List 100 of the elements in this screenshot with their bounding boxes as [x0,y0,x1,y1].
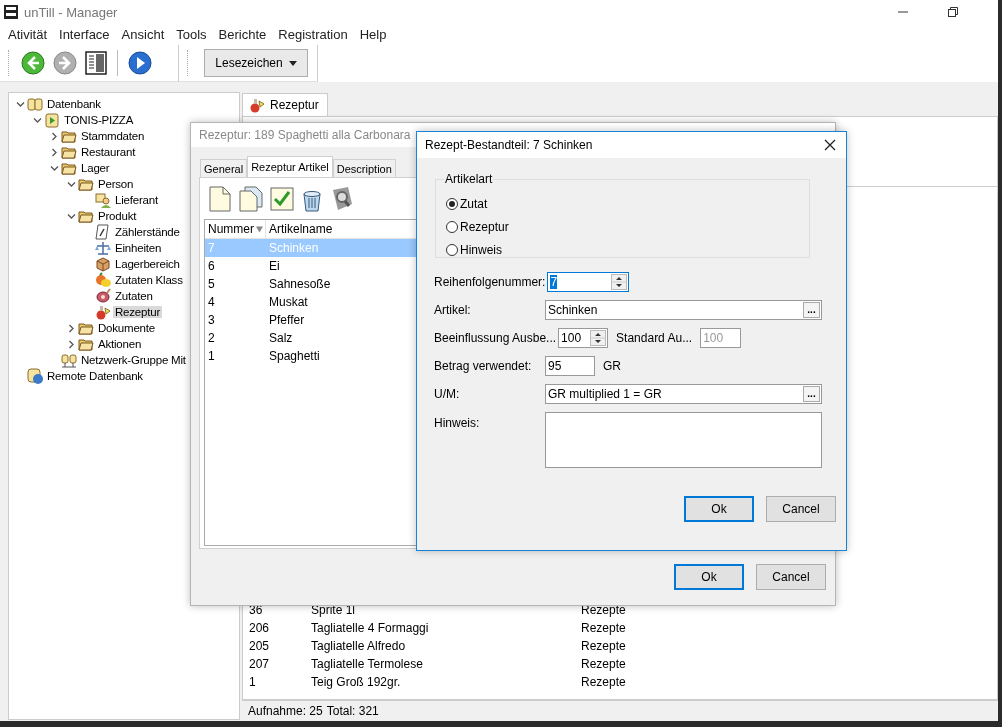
table-cell-text: Pfeffer [268,313,305,327]
chevron-icon[interactable] [66,323,76,333]
chevron-icon[interactable] [66,211,76,221]
dialog-button[interactable]: Ok [684,496,754,522]
number-spinner[interactable]: 100 [558,328,609,348]
table-cell-text: Rezepte [581,675,627,689]
tab[interactable]: Rezeptur [242,93,328,116]
field-label: Hinweis: [434,415,481,430]
play-icon[interactable] [128,51,152,75]
menu-item[interactable]: Tools [170,27,213,42]
input-field[interactable]: 95 [545,356,595,376]
dialog-button[interactable]: Cancel [766,496,836,522]
table-cell-text: 6 [207,259,215,273]
menu-item[interactable]: Ansicht [115,27,171,42]
lookup-field[interactable]: Schinken ... [545,300,822,320]
chevron-icon[interactable] [49,131,59,141]
tab[interactable]: General [200,159,248,177]
table-cell-text: 207 [249,657,271,671]
lookup-field[interactable]: GR multiplied 1 = GR ... [545,384,822,404]
database-icon [27,96,43,112]
tree-item[interactable]: Remote Datenbank [45,370,145,382]
window-title: unTill - Manager [24,4,118,20]
table-cell-text: Muskat [268,295,308,309]
number-spinner[interactable]: 7 [547,272,630,292]
tree-item[interactable]: Einheiten [113,242,164,254]
table-cell-text: Spaghetti [268,349,320,363]
tree-item[interactable]: TONIS-PIZZA [62,114,136,126]
close-icon[interactable] [824,139,836,151]
dialog-button[interactable]: Ok [674,564,744,590]
table-cell-text: Rezepte [581,621,627,635]
browse-button[interactable]: ... [803,302,820,318]
folder-icon [78,176,94,192]
tab[interactable]: Rezeptur Artikel [247,156,333,177]
tree-item[interactable]: Dokumente [96,322,157,334]
new-document-icon[interactable] [208,186,232,212]
network-icon [61,352,77,368]
tree-item[interactable]: Zutaten Klass [113,274,185,286]
forward-icon[interactable] [53,51,77,75]
menu-item[interactable]: Ativität [2,27,53,42]
table-cell-text: Ei [268,259,280,273]
search-icon[interactable] [330,186,354,212]
radio-label: Rezeptur [460,219,509,234]
chevron-icon[interactable] [49,163,59,173]
status-text: Total: 321 [326,704,379,718]
radio-button[interactable] [446,220,458,233]
tree-item[interactable]: Zählerstände [113,226,182,238]
app-logo-icon [4,5,18,19]
tree-item[interactable]: Lieferant [113,194,160,206]
tree-item[interactable]: Restaurant [79,146,138,158]
chevron-icon[interactable] [66,179,76,189]
chevron-icon[interactable] [49,147,59,157]
table-cell-text: 7 [207,241,215,255]
table-cell-text: Tagliatelle Alfredo [311,639,407,653]
tab[interactable]: Description [332,159,396,177]
tree-item[interactable]: Datenbank [45,98,103,110]
tree-item[interactable]: Stammdaten [79,130,147,142]
radio-button[interactable] [446,243,458,256]
dialog-button[interactable]: Cancel [756,564,826,590]
chevron-icon[interactable] [32,115,42,125]
menu-item[interactable]: Help [353,27,393,42]
tree-item[interactable]: Aktionen [96,338,144,350]
scale-icon [95,240,111,256]
notes-field[interactable] [545,412,822,468]
spin-arrows-icon[interactable] [611,274,628,290]
table-cell-text: 4 [207,295,215,309]
menu-item[interactable]: Registration [272,27,354,42]
bookmarks-button[interactable]: Lesezeichen [204,49,308,77]
folder-icon [61,160,77,176]
tree-item[interactable]: Zutaten [113,290,155,302]
table-cell-text: Rezepte [581,639,627,653]
folder-icon [61,144,77,160]
table-cell-text: 1 [207,349,215,363]
spin-arrows-icon[interactable] [590,330,607,346]
column-header[interactable]: Nummer [205,220,266,238]
menu-item[interactable]: Interface [53,27,116,42]
tree-item[interactable]: Rezeptur [113,306,163,318]
unit-label: GR [603,359,621,373]
readonly-field: 100 [700,328,742,348]
browse-button[interactable]: ... [803,386,820,402]
person-icon [95,192,111,208]
restore-icon[interactable] [948,7,958,17]
tree-item[interactable]: Lagerbereich [113,258,182,270]
field-label: Artikel: [434,303,472,317]
tree-item[interactable]: Produkt [96,210,139,222]
chevron-icon[interactable] [15,99,25,109]
tree-item[interactable]: Person [96,178,136,190]
checkmark-icon[interactable] [270,187,294,211]
back-icon[interactable] [21,51,45,75]
flask-icon [249,97,265,113]
radio-button[interactable] [446,197,458,210]
menu-item[interactable]: Berichte [212,27,273,42]
tree-item[interactable]: Lager [79,162,112,174]
chevron-icon[interactable] [66,339,76,349]
list-icon[interactable] [85,51,107,75]
table-cell-text: 206 [249,621,271,635]
table-cell-text: 3 [207,313,215,327]
copy-document-icon[interactable] [238,186,264,212]
table-cell-text: Tagliatelle Termolese [311,657,424,671]
radio-label: Zutat [460,196,488,211]
tree-item[interactable]: Netzwerk-Gruppe Mit [79,354,188,366]
